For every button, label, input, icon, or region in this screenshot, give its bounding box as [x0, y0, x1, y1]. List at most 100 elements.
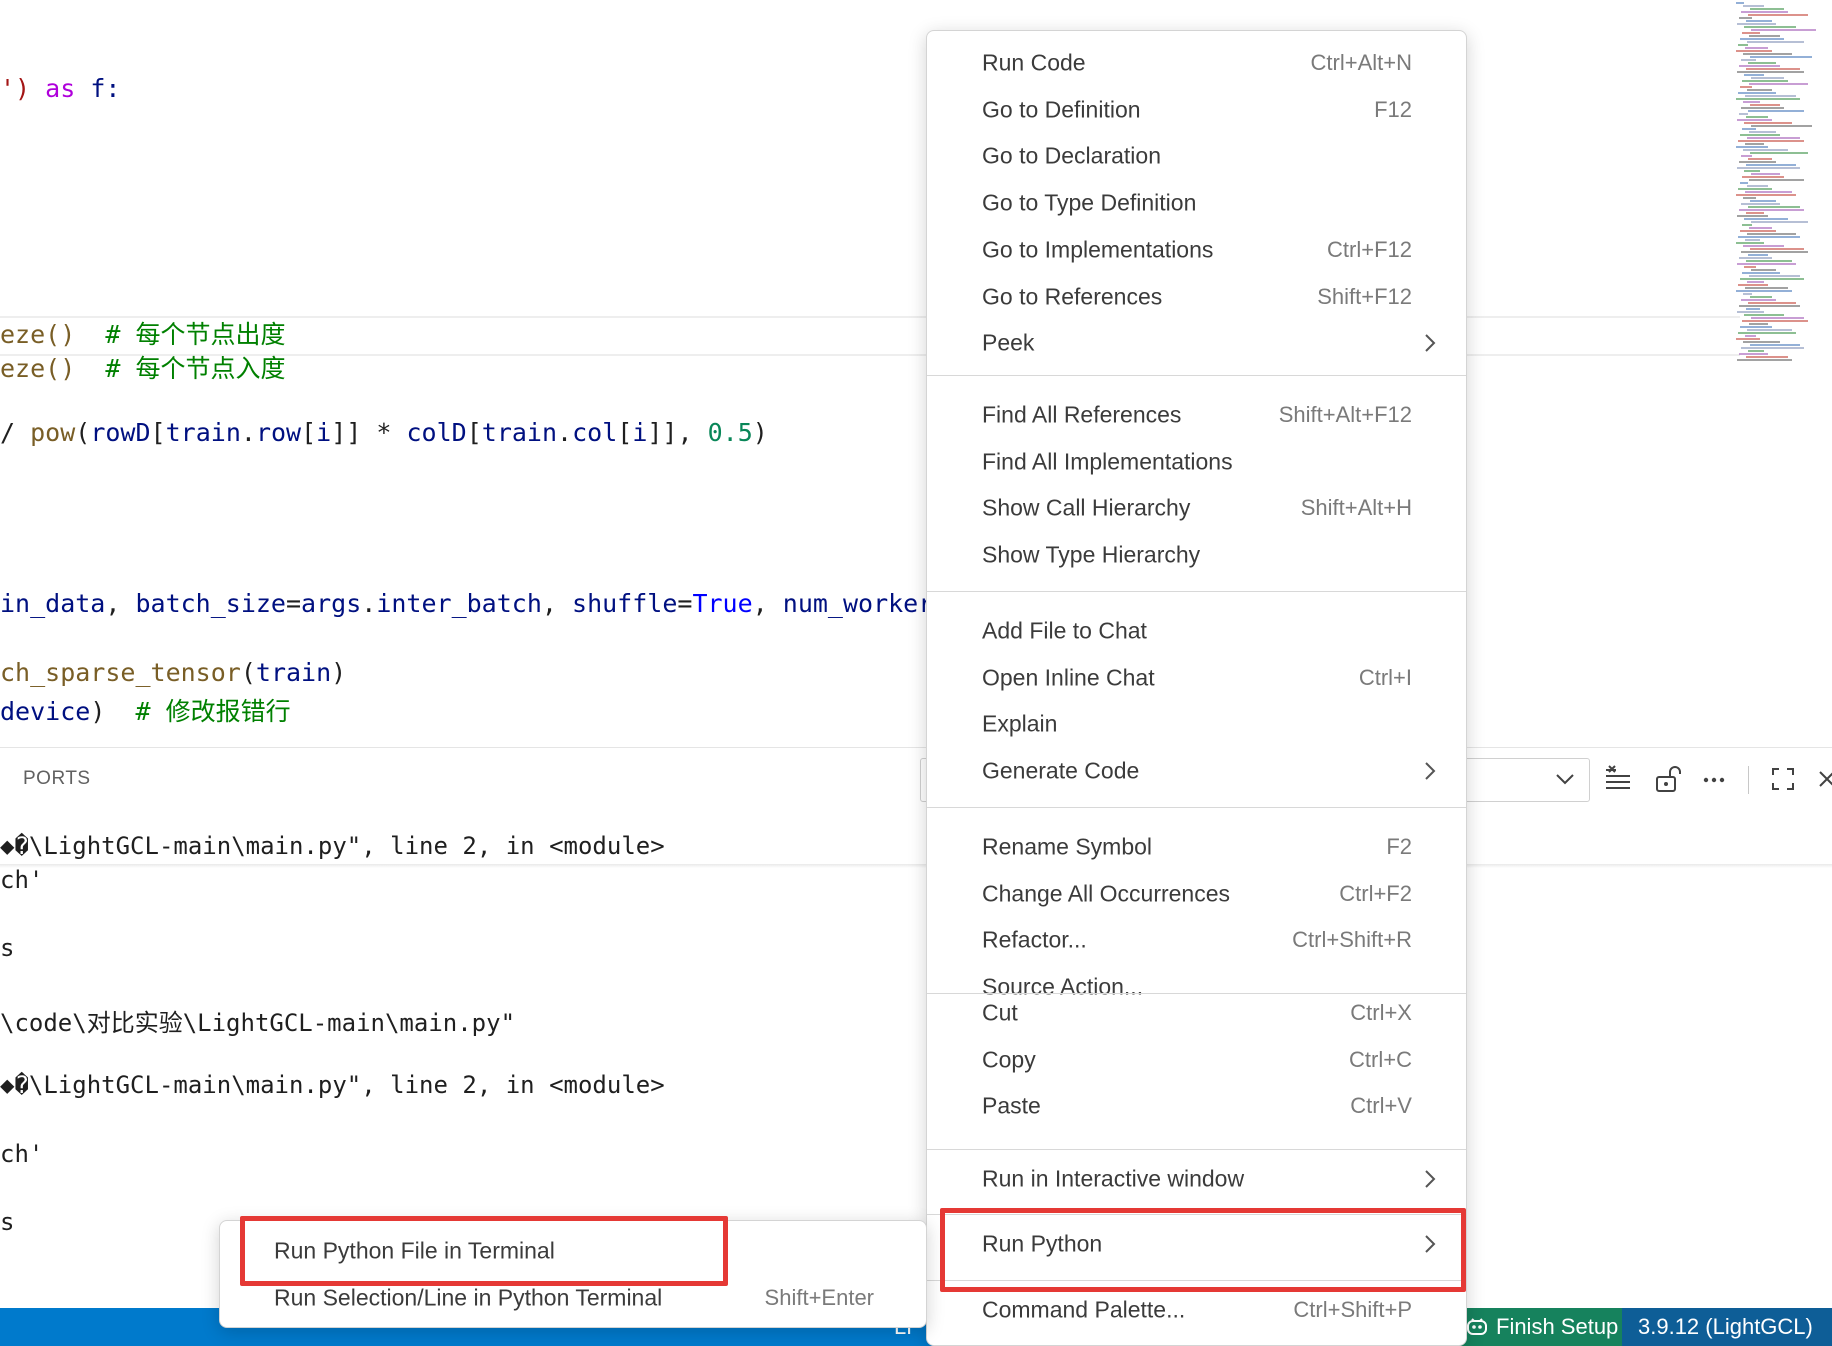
minimap-line: [1737, 311, 1764, 313]
code-token: 0.5: [707, 418, 753, 447]
menu-item-label: Paste: [982, 1092, 1041, 1119]
menu-item-copy[interactable]: Copy Ctrl+C: [927, 1038, 1466, 1082]
menu-item-run-selection-line-in-python-terminal[interactable]: Run Selection/Line in Python Terminal Shi…: [220, 1276, 926, 1320]
menu-item-go-to-implementations[interactable]: Go to Implementations Ctrl+F12: [927, 228, 1466, 272]
finish-setup-button[interactable]: Finish Setup: [1458, 1308, 1622, 1346]
minimap-line: [1742, 320, 1808, 322]
menu-item-go-to-definition[interactable]: Go to Definition F12: [927, 88, 1466, 132]
menu-item-cut[interactable]: Cut Ctrl+X: [927, 991, 1466, 1035]
minimap-line: [1749, 83, 1808, 85]
terminal-line: ch': [0, 1140, 44, 1168]
minimap-line: [1751, 317, 1804, 319]
code-token: inter_batch: [376, 589, 542, 618]
menu-item-label: Find All Implementations: [982, 448, 1233, 475]
menu-item-rename-symbol[interactable]: Rename Symbol F2: [927, 825, 1466, 869]
minimap-line: [1736, 290, 1792, 292]
menu-item-explain[interactable]: Explain: [927, 702, 1466, 746]
minimap-line: [1738, 284, 1768, 286]
menu-item-open-inline-chat[interactable]: Open Inline Chat Ctrl+I: [927, 656, 1466, 700]
menu-item-find-all-references[interactable]: Find All References Shift+Alt+F12: [927, 393, 1466, 437]
menu-item-shortcut: Ctrl+C: [1349, 1046, 1412, 1072]
minimap-line: [1747, 329, 1792, 331]
minimap-line: [1745, 143, 1764, 145]
chevron-right-icon: [1425, 762, 1436, 780]
menu-item-find-all-implementations[interactable]: Find All Implementations: [927, 440, 1466, 484]
menu-item-go-to-declaration[interactable]: Go to Declaration: [927, 134, 1466, 178]
menu-item-run-python-file-in-terminal[interactable]: Run Python File in Terminal: [220, 1229, 926, 1273]
code-line: device) # 修改报错行: [0, 692, 291, 728]
tab-ports[interactable]: PORTS: [23, 768, 91, 790]
menu-item-label: Refactor...: [982, 926, 1087, 953]
minimap-line: [1737, 71, 1804, 73]
code-token: [: [301, 418, 317, 447]
menu-item-shortcut: Ctrl+Alt+N: [1310, 50, 1412, 75]
menu-item-shortcut: Ctrl+X: [1350, 1000, 1412, 1025]
code-token: num_workers: [782, 589, 949, 618]
menu-item-paste[interactable]: Paste Ctrl+V: [927, 1084, 1466, 1128]
code-token: [: [466, 418, 482, 447]
menu-item-label: Cut: [982, 999, 1018, 1026]
menu-item-change-all-occurrences[interactable]: Change All Occurrences Ctrl+F2: [927, 872, 1466, 916]
minimap-line: [1741, 59, 1756, 61]
maximize-panel-icon[interactable]: [1766, 762, 1800, 796]
menu-item-refactor[interactable]: Refactor... Ctrl+Shift+R: [927, 918, 1466, 962]
minimap-line: [1750, 104, 1780, 106]
menu-item-command-palette[interactable]: Command Palette... Ctrl+Shift+P: [927, 1288, 1466, 1332]
code-token: ,: [541, 589, 573, 618]
minimap-line: [1750, 344, 1800, 346]
menu-item-run-python[interactable]: Run Python: [927, 1222, 1466, 1266]
minimap-line: [1736, 2, 1744, 4]
minimap-line: [1742, 272, 1780, 274]
minimap-line: [1738, 236, 1800, 238]
code-token: colD: [406, 418, 467, 447]
minimap-line: [1737, 119, 1772, 121]
code-token: .: [240, 418, 256, 447]
close-panel-icon[interactable]: [1810, 762, 1832, 796]
minimap-line: [1749, 131, 1776, 133]
menu-item-go-to-references[interactable]: Go to References Shift+F12: [927, 275, 1466, 319]
code-token: ,: [752, 589, 783, 618]
minimap-line: [1736, 194, 1796, 196]
editor-context-menu: Run Code Ctrl+Alt+N Go to Definition F12 Go …: [926, 30, 1467, 1346]
menu-item-label: Run Python File in Terminal: [274, 1237, 555, 1264]
menu-item-run-in-interactive-window[interactable]: Run in Interactive window: [927, 1157, 1466, 1201]
minimap-line: [1737, 215, 1768, 217]
code-token: pow: [30, 418, 76, 447]
minimap[interactable]: [1730, 0, 1832, 380]
minimap-line: [1743, 101, 1760, 103]
code-token: ]] *: [331, 418, 407, 447]
code-editor[interactable]: ') as f: eze() # 每个节点出度 eze() # 每个节点入度 / po…: [0, 0, 1832, 748]
clear-terminal-icon[interactable]: [1601, 762, 1635, 796]
menu-item-add-file-to-chat[interactable]: Add File to Chat: [927, 609, 1466, 653]
menu-item-run-code[interactable]: Run Code Ctrl+Alt+N: [927, 41, 1466, 85]
menu-item-show-call-hierarchy[interactable]: Show Call Hierarchy Shift+Alt+H: [927, 486, 1466, 530]
code-token: eze(): [0, 354, 76, 383]
code-token: ): [331, 658, 347, 687]
code-line: eze() # 每个节点出度: [0, 315, 285, 351]
terminal-line: ch': [0, 866, 44, 894]
code-token: train: [481, 418, 558, 447]
unlock-scroll-icon[interactable]: [1651, 762, 1685, 796]
minimap-line: [1739, 209, 1804, 211]
code-token: (: [75, 418, 91, 447]
menu-item-show-type-hierarchy[interactable]: Show Type Hierarchy: [927, 533, 1466, 577]
code-token: =: [677, 589, 693, 618]
code-token: train: [165, 418, 241, 447]
minimap-line: [1742, 80, 1788, 82]
menu-item-peek[interactable]: Peek: [927, 321, 1466, 365]
minimap-line: [1739, 161, 1776, 163]
python-interpreter-selector[interactable]: 3.9.12 (LightGCL): [1622, 1308, 1832, 1346]
more-actions-icon[interactable]: [1697, 762, 1731, 796]
menu-item-go-to-type-definition[interactable]: Go to Type Definition: [927, 181, 1466, 225]
minimap-line: [1745, 239, 1760, 241]
chevron-right-icon: [1425, 334, 1436, 352]
menu-item-label: Show Type Hierarchy: [982, 541, 1201, 568]
minimap-line: [1747, 233, 1796, 235]
menu-item-generate-code[interactable]: Generate Code: [927, 749, 1466, 793]
minimap-line: [1751, 269, 1776, 271]
minimap-line: [1749, 275, 1800, 277]
minimap-line: [1748, 206, 1800, 208]
minimap-line: [1737, 23, 1776, 25]
menu-separator: [927, 375, 1466, 376]
minimap-line: [1742, 176, 1784, 178]
